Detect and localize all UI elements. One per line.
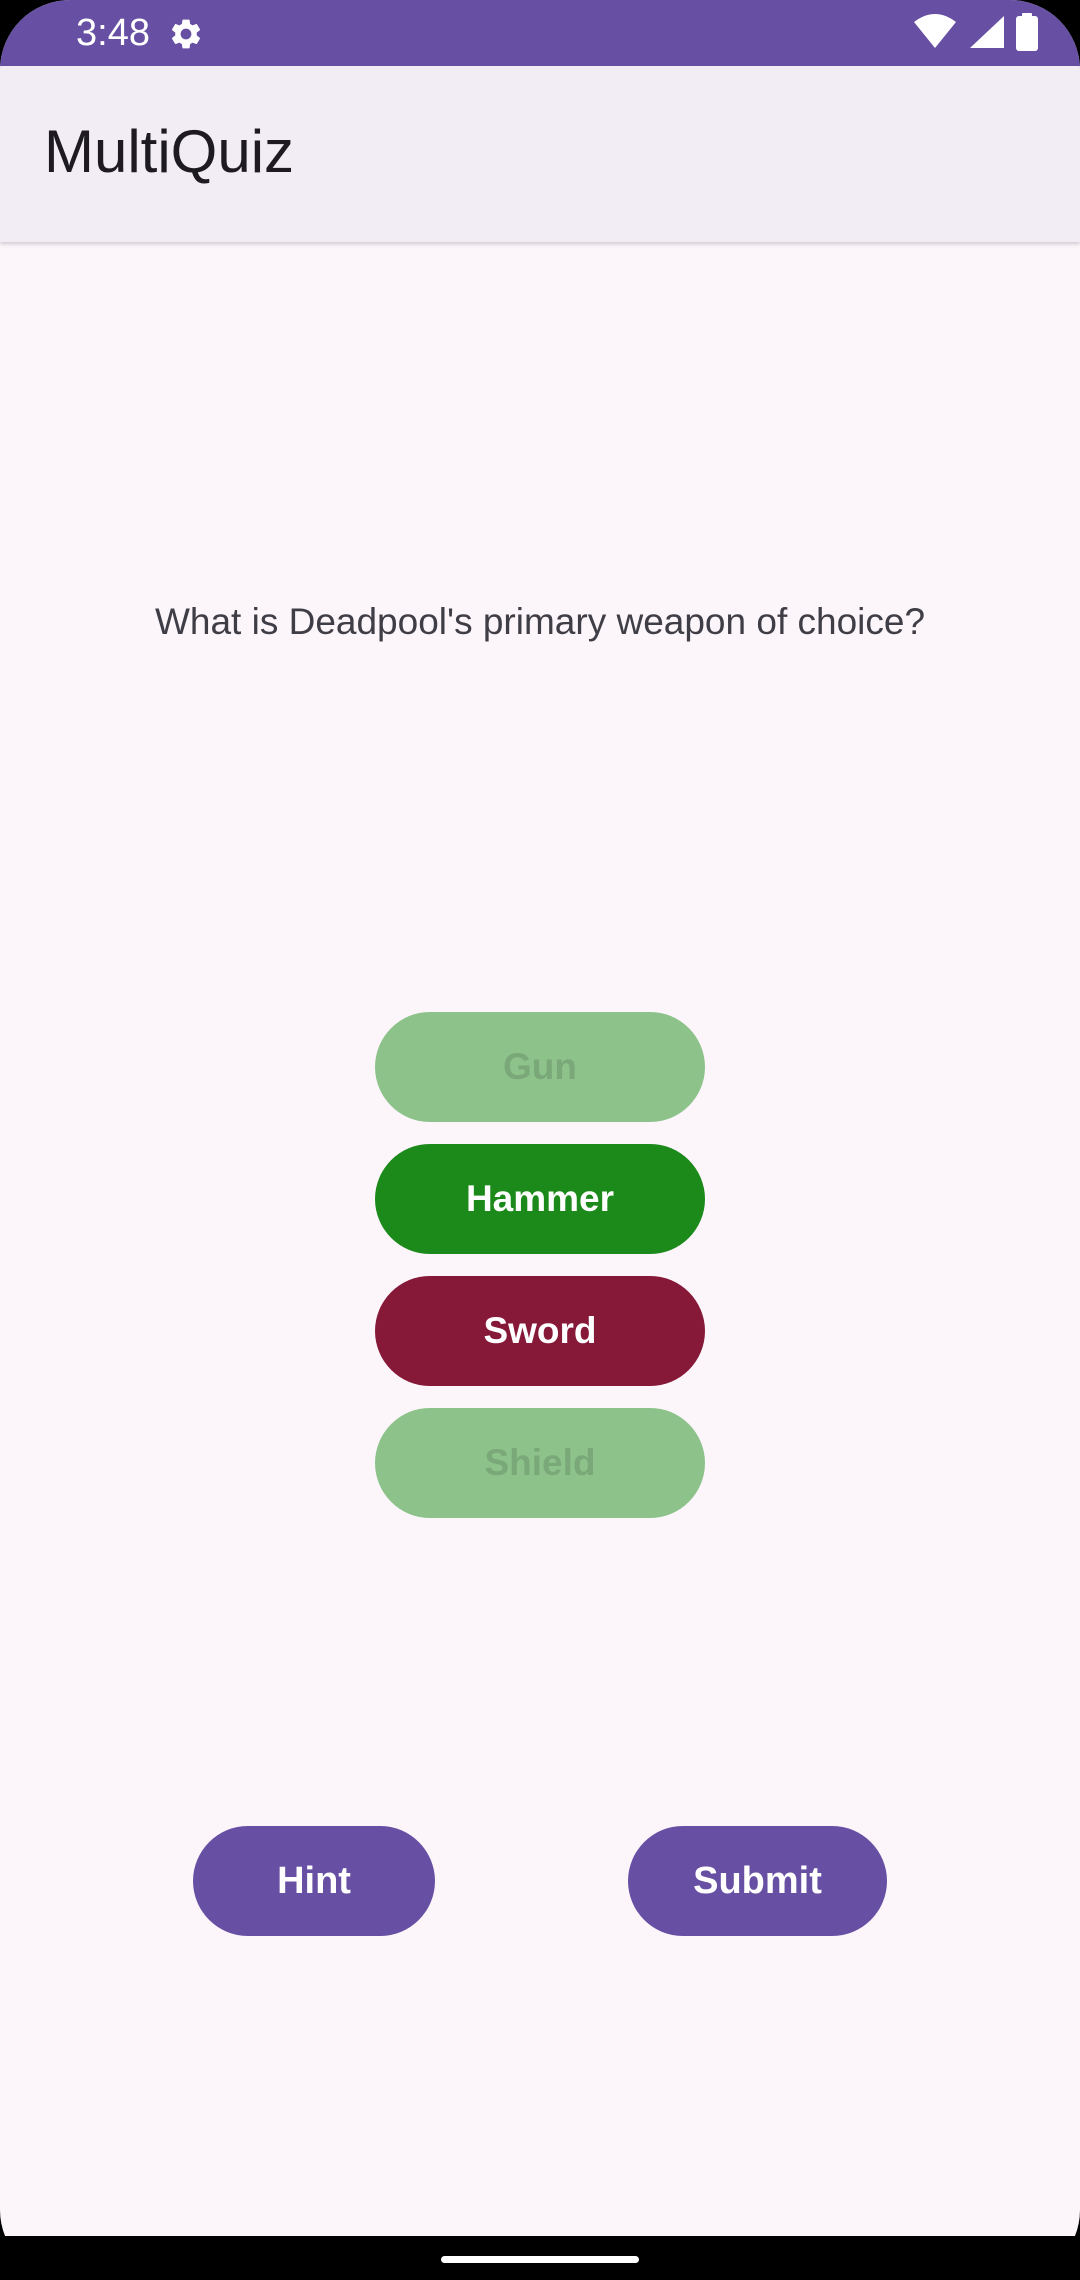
answer-button-gun[interactable]: Gun (375, 1012, 705, 1122)
answer-button-shield[interactable]: Shield (375, 1408, 705, 1518)
wifi-icon (914, 13, 956, 55)
settings-gear-icon (168, 16, 204, 52)
status-time: 3:48 (76, 12, 150, 54)
answer-button-sword[interactable]: Sword (375, 1276, 705, 1386)
home-gesture-handle[interactable] (441, 2256, 639, 2263)
hint-button[interactable]: Hint (193, 1826, 435, 1936)
app-bar: MultiQuiz (0, 66, 1080, 242)
question-text: What is Deadpool's primary weapon of cho… (154, 601, 926, 642)
battery-icon (1016, 12, 1038, 56)
status-icons (914, 12, 1038, 56)
app-title: MultiQuiz (44, 118, 295, 185)
app-screen: 3:48 MultiQuiz What is Deadpool's primar… (0, 0, 1080, 2280)
status-bar: 3:48 (0, 0, 1080, 66)
signal-icon (968, 14, 1004, 55)
answer-button-hammer[interactable]: Hammer (375, 1144, 705, 1254)
submit-button[interactable]: Submit (628, 1826, 887, 1936)
